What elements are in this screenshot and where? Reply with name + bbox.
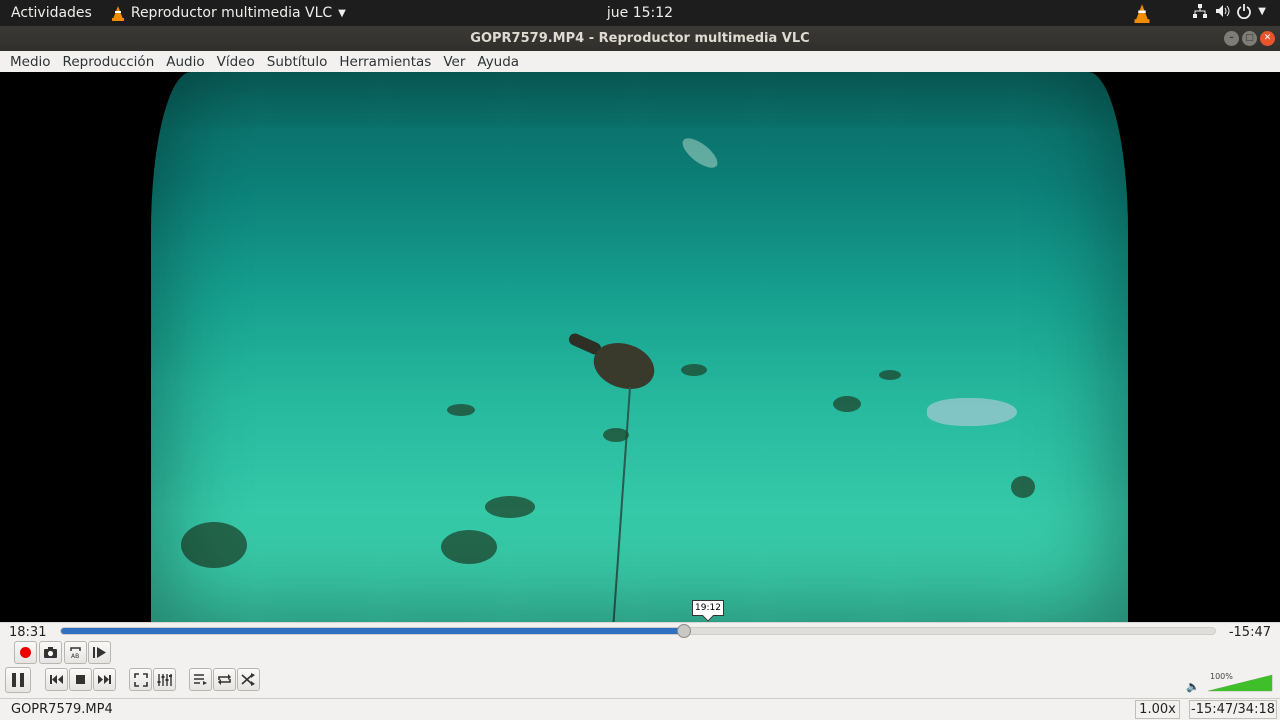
close-button[interactable]: ✕ [1260,31,1275,46]
playback-rate[interactable]: 1.00x [1135,700,1180,719]
remaining-time[interactable]: -15:47 [1229,625,1271,640]
svg-text:AB: AB [71,653,79,660]
vlc-tray-icon[interactable] [1133,3,1151,27]
stop-icon [76,675,85,684]
shuffle-icon [241,673,255,686]
record-button[interactable] [14,641,37,664]
activities-button[interactable]: Actividades [11,5,92,21]
camera-icon [44,647,57,658]
seek-time-tooltip: 19:12 [692,600,724,616]
minimize-button[interactable]: – [1224,31,1239,46]
power-icon [1237,4,1252,19]
pause-icon [12,673,24,687]
loop-button[interactable] [213,668,236,691]
vignette [151,72,1128,622]
system-tray[interactable]: ▼ [1192,3,1266,19]
record-icon [20,647,31,658]
vlc-cone-icon [111,6,124,21]
seek-bar[interactable] [60,624,1216,638]
snapshot-button[interactable] [39,641,62,664]
maximize-button[interactable]: □ [1242,31,1257,46]
menu-subtitulo[interactable]: Subtítulo [261,54,334,70]
chevron-down-icon: ▼ [1258,5,1266,17]
window-title-bar[interactable]: GOPR7579.MP4 - Reproductor multimedia VL… [0,26,1280,51]
extended-settings-button[interactable] [153,668,176,691]
menu-ayuda[interactable]: Ayuda [471,54,525,70]
playlist-icon [194,674,207,685]
loop-ab-button[interactable]: AB [64,641,87,664]
equalizer-icon [157,673,172,686]
fullscreen-button[interactable] [129,668,152,691]
frame-step-icon [93,647,106,658]
playlist-button[interactable] [189,668,212,691]
menu-video[interactable]: Vídeo [211,54,261,70]
status-bar: GOPR7579.MP4 1.00x -15:47/34:18 [0,698,1280,720]
fullscreen-icon [133,672,148,687]
skip-back-icon [50,675,63,684]
menu-medio[interactable]: Medio [4,54,57,70]
previous-button[interactable] [45,668,68,691]
menu-herramientas[interactable]: Herramientas [333,54,437,70]
seek-progress [61,628,685,634]
video-area[interactable] [0,72,1280,622]
next-button[interactable] [93,668,116,691]
elapsed-time[interactable]: 18:31 [9,625,46,640]
menu-bar: Medio Reproducción Audio Vídeo Subtítulo… [0,51,1280,72]
shuffle-button[interactable] [237,668,260,691]
app-menu-label: Reproductor multimedia VLC [130,5,333,21]
chevron-down-icon: ▼ [338,7,346,19]
network-icon [1193,4,1208,18]
window-title: GOPR7579.MP4 - Reproductor multimedia VL… [470,31,810,46]
video-frame [151,72,1128,622]
speaker-icon[interactable]: 🔈 [1186,680,1200,693]
pause-button[interactable] [5,667,31,693]
app-menu[interactable]: Reproductor multimedia VLC ▼ [111,5,346,21]
seek-handle[interactable] [677,624,692,638]
time-total[interactable]: -15:47/34:18 [1189,700,1277,719]
menu-audio[interactable]: Audio [160,54,210,70]
status-filename: GOPR7579.MP4 [11,702,113,717]
repeat-icon [218,674,231,685]
volume-slider[interactable] [1206,674,1274,692]
loop-ab-icon: AB [70,647,81,660]
volume-icon [1216,5,1230,17]
frame-step-button[interactable] [88,641,111,664]
menu-reproduccion[interactable]: Reproducción [57,54,161,70]
skip-forward-icon [98,675,111,684]
gnome-top-bar: Actividades Reproductor multimedia VLC ▼… [0,0,1280,26]
stop-button[interactable] [69,668,92,691]
clock[interactable]: jue 15:12 [607,5,673,21]
menu-ver[interactable]: Ver [437,54,471,70]
